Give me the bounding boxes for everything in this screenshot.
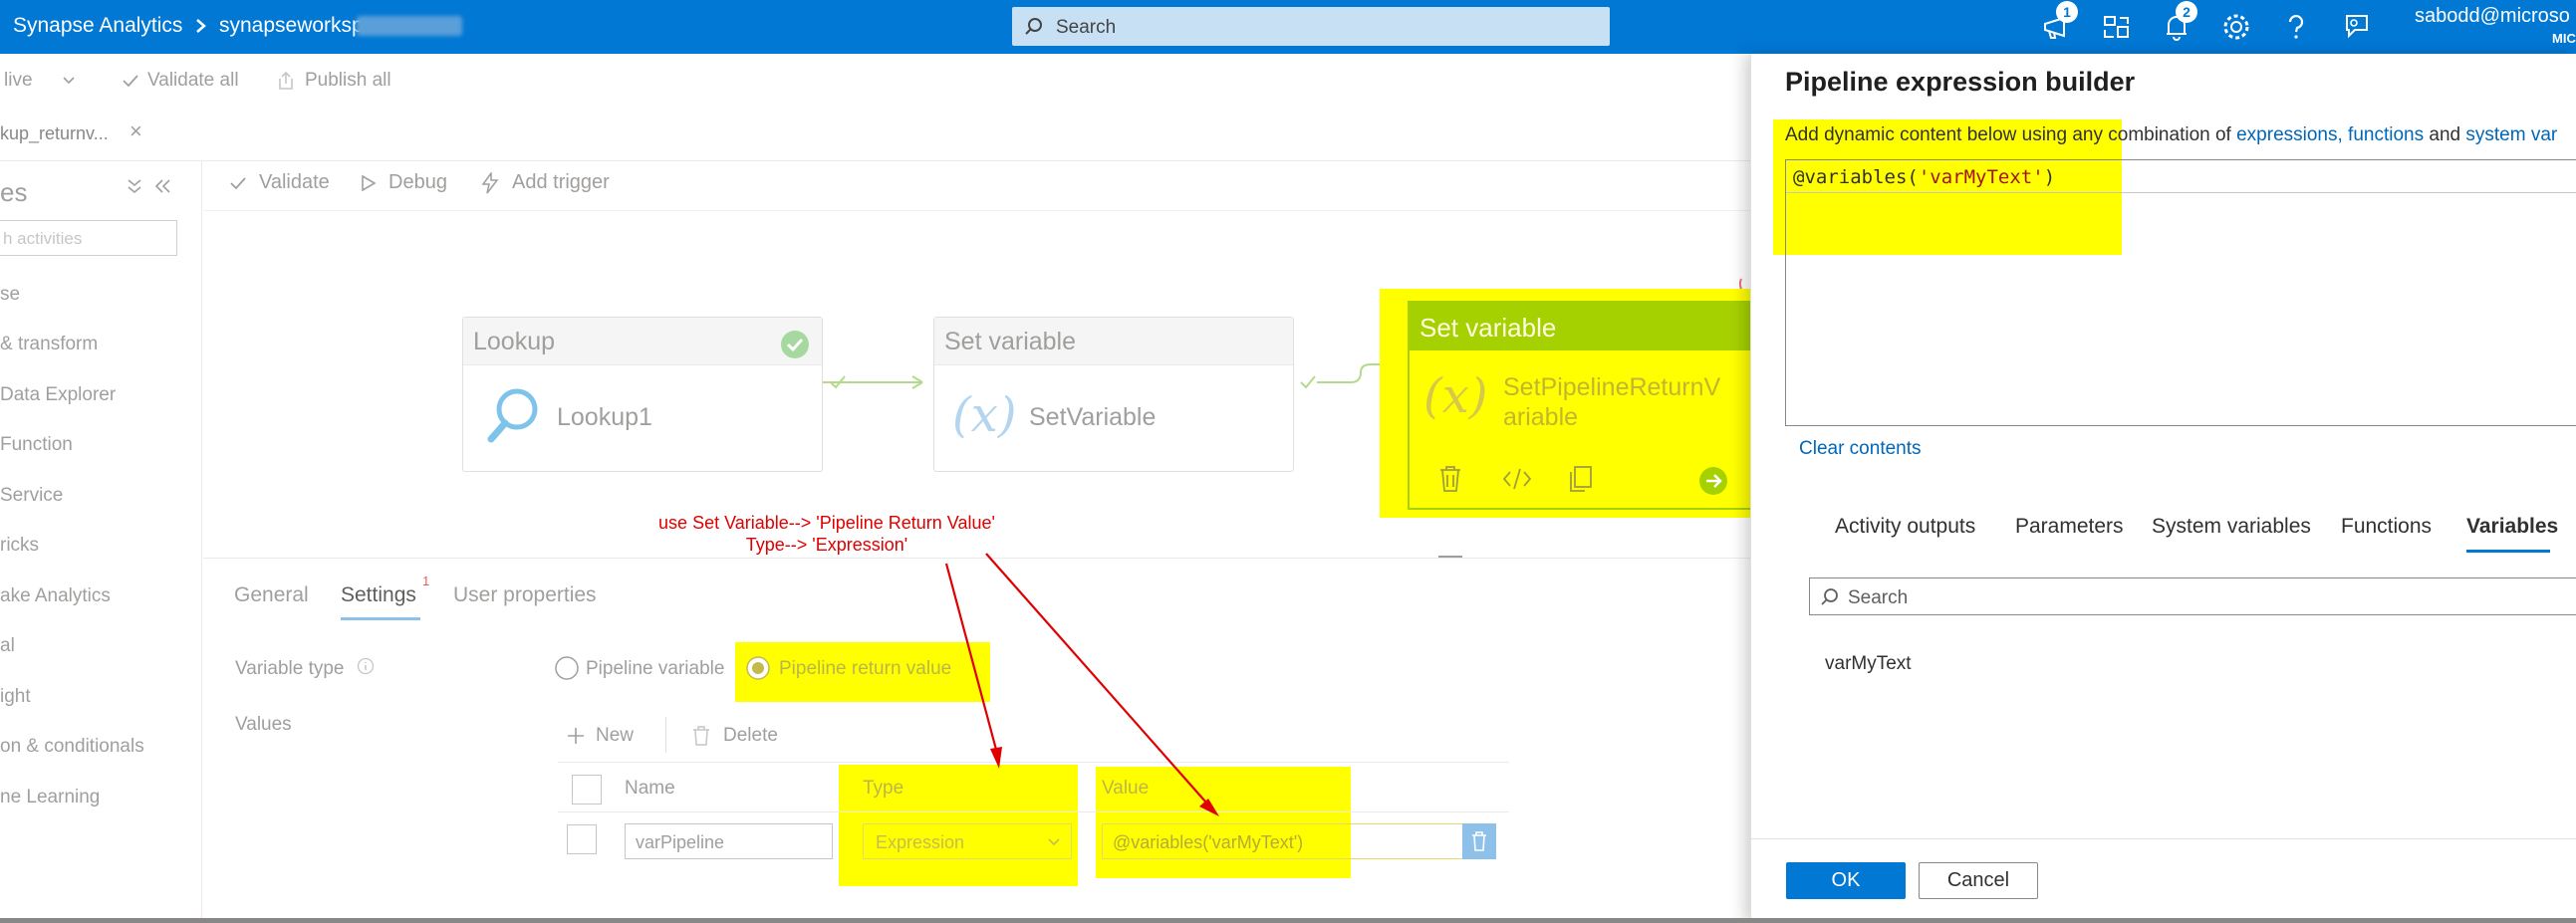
lookup-activity-type: Lookup	[463, 318, 822, 365]
annotation-note: use Set Variable--> 'Pipeline Return Val…	[638, 512, 1016, 556]
tab-user-properties[interactable]: User properties	[453, 583, 597, 607]
success-check-icon	[781, 331, 809, 358]
toolbar-divider	[665, 717, 666, 753]
delete-row-button[interactable]	[1462, 823, 1496, 859]
set-pipeline-return-activity-type: Set variable	[1410, 303, 1754, 350]
tab-system-variables[interactable]: System variables	[2152, 515, 2311, 539]
tab-settings[interactable]: Settings	[341, 583, 416, 607]
info-icon	[357, 657, 375, 675]
grid-divider	[558, 762, 1509, 763]
lookup-activity[interactable]: Lookup Lookup1	[462, 317, 823, 472]
variable-item[interactable]: varMyText	[1825, 653, 1912, 675]
panel-title: Pipeline expression builder	[1785, 67, 2136, 97]
variable-x-icon: (x)	[1423, 368, 1487, 424]
radio-pipeline-variable[interactable]	[554, 655, 580, 681]
chat-icon[interactable]	[2339, 10, 2373, 44]
svg-text:(x): (x)	[952, 387, 1016, 443]
arrow-right-circle-icon[interactable]	[1698, 466, 1728, 496]
tab-variables[interactable]: Variables	[2466, 515, 2558, 539]
grid-divider	[558, 811, 1509, 812]
set-variable-activity[interactable]: Set variable (x) SetVariable	[933, 317, 1294, 472]
radio-pipeline-return-value[interactable]	[745, 655, 771, 681]
column-value-header: Value	[1102, 778, 1150, 799]
properties-tab-bar	[203, 558, 1750, 627]
tab-parameters[interactable]: Parameters	[2015, 515, 2124, 539]
values-label: Values	[235, 714, 292, 735]
expression-editor[interactable]	[1785, 159, 2576, 426]
tab-general[interactable]: General	[234, 583, 309, 607]
trash-icon	[693, 726, 709, 746]
new-value-button[interactable]: New	[566, 725, 634, 747]
select-all-checkbox[interactable]	[572, 775, 602, 805]
radio-pipeline-return-value-label: Pipeline return value	[779, 658, 952, 679]
radio-pipeline-variable-label: Pipeline variable	[586, 658, 725, 679]
tab-variables-underline	[2466, 550, 2550, 553]
trash-icon	[1472, 831, 1486, 851]
activity-name-line1: SetPipelineReturnV	[1503, 373, 1721, 401]
value-input[interactable]: @variables('varMyText')	[1102, 823, 1496, 859]
expression-function: @variables(	[1793, 166, 1919, 188]
variable-name-input[interactable]: varPipeline	[625, 823, 833, 859]
gear-icon[interactable]	[2219, 10, 2253, 44]
chevron-down-icon	[1048, 838, 1060, 846]
search-icon	[1821, 588, 1838, 605]
annotation-line2: Type--> 'Expression'	[745, 535, 908, 555]
column-type-header: Type	[863, 778, 904, 799]
annotation-line1: use Set Variable--> 'Pipeline Return Val…	[658, 513, 995, 533]
type-dropdown-value: Expression	[876, 832, 965, 852]
description-text: Add dynamic content below using any comb…	[1785, 124, 2237, 145]
expression-text[interactable]: @variables('varMyText')	[1793, 166, 2055, 188]
settings-error-badge: 1	[422, 574, 430, 588]
type-dropdown[interactable]: Expression	[863, 823, 1072, 859]
panel-description: Add dynamic content below using any comb…	[1785, 124, 2557, 146]
window-bottom-border	[0, 918, 2576, 923]
variable-x-icon: (x)	[952, 387, 1016, 443]
variables-search-placeholder: Search	[1848, 587, 1909, 608]
notifications-badge: 2	[2176, 1, 2197, 23]
description-and: and	[2424, 124, 2466, 145]
editor-line-divider	[1786, 192, 2576, 193]
delete-value-button[interactable]: Delete	[691, 725, 778, 747]
copy-icon[interactable]	[1567, 464, 1595, 494]
variable-type-label: Variable type	[235, 658, 345, 679]
tab-settings-underline	[341, 617, 420, 620]
help-icon[interactable]	[2279, 10, 2313, 44]
feedback-badge: 1	[2056, 1, 2078, 23]
trash-icon[interactable]	[1437, 464, 1463, 494]
new-label: New	[596, 725, 635, 746]
tab-activity-outputs[interactable]: Activity outputs	[1835, 515, 1975, 539]
activity-name-line2: ariable	[1503, 403, 1579, 431]
plus-icon	[568, 727, 584, 744]
set-variable-activity-type: Set variable	[934, 318, 1293, 365]
code-icon[interactable]	[1501, 466, 1533, 492]
row-checkbox[interactable]	[567, 824, 597, 854]
system-variables-link[interactable]: system var	[2465, 124, 2557, 145]
delete-label: Delete	[723, 725, 778, 747]
svg-text:(x): (x)	[1423, 368, 1487, 424]
set-pipeline-return-variable-activity[interactable]: Set variable (x) SetPipelineReturnV aria…	[1408, 301, 1756, 510]
variables-search-input[interactable]: Search	[1809, 577, 2576, 615]
directory-switch-icon[interactable]	[2100, 10, 2134, 44]
user-name[interactable]: sabodd@microso	[2415, 5, 2570, 28]
lookup-icon	[487, 388, 538, 443]
panel-footer-divider	[1751, 838, 2576, 839]
user-org: MIC	[2552, 31, 2576, 46]
column-name-header: Name	[625, 778, 675, 799]
ok-button[interactable]: OK	[1786, 862, 1906, 899]
expression-close-paren: )	[2043, 166, 2056, 188]
cancel-button[interactable]: Cancel	[1919, 862, 2038, 899]
set-pipeline-return-activity-name: SetPipelineReturnV ariable	[1503, 372, 1720, 432]
expressions-functions-link[interactable]: expressions, functions	[2236, 124, 2424, 145]
expression-string-literal: 'varMyText'	[1918, 166, 2044, 188]
clear-contents-link[interactable]: Clear contents	[1799, 438, 1922, 460]
lookup-activity-name: Lookup1	[557, 403, 652, 431]
tab-functions[interactable]: Functions	[2341, 515, 2432, 539]
set-variable-activity-name: SetVariable	[1029, 403, 1157, 431]
